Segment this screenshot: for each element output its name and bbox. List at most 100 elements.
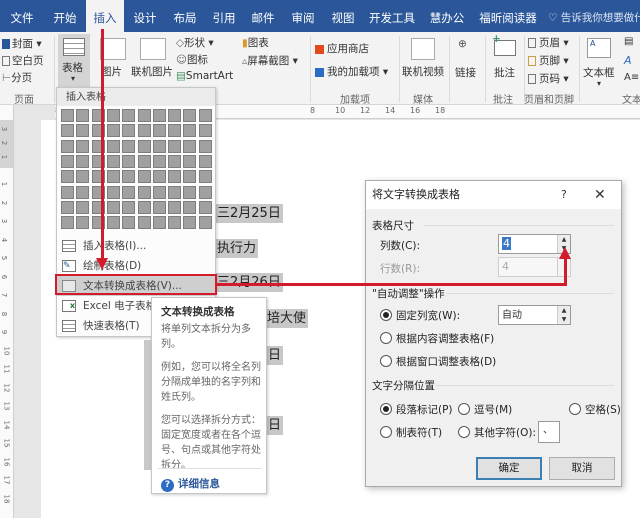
- menu-item-insert-table[interactable]: 插入表格(I)...: [57, 236, 215, 256]
- table-grid-cell[interactable]: [137, 139, 151, 153]
- table-grid-cell[interactable]: [106, 216, 120, 230]
- table-grid-cell[interactable]: [122, 124, 136, 138]
- table-grid-cell[interactable]: [106, 139, 120, 153]
- table-grid-cell[interactable]: [122, 216, 136, 230]
- table-grid-cell[interactable]: [106, 200, 120, 214]
- menu-item-draw-table[interactable]: ✎ 绘制表格(D): [57, 256, 215, 276]
- textbox-button[interactable]: A 文本框 ▾: [583, 35, 617, 89]
- table-grid-cell[interactable]: [168, 216, 182, 230]
- table-grid-cell[interactable]: [106, 109, 120, 122]
- table-grid-cell[interactable]: [183, 109, 197, 122]
- page-break-button[interactable]: ⊢分页: [2, 70, 32, 85]
- help-button[interactable]: ?: [561, 181, 567, 209]
- online-video-button[interactable]: 联机视频: [402, 64, 444, 79]
- chart-button[interactable]: ▮图表: [242, 35, 269, 50]
- cancel-button[interactable]: 取消: [549, 457, 615, 480]
- table-grid-cell[interactable]: [152, 154, 166, 168]
- tab-developer[interactable]: 开发工具: [366, 0, 418, 32]
- table-grid-cell[interactable]: [137, 154, 151, 168]
- autofit-contents-radio[interactable]: [380, 332, 392, 344]
- table-grid-cell[interactable]: [168, 109, 182, 122]
- table-grid-cell[interactable]: [152, 124, 166, 138]
- comment-button[interactable]: + 批注: [490, 33, 520, 89]
- table-grid-cell[interactable]: [122, 109, 136, 122]
- fixed-width-radio[interactable]: [380, 309, 392, 321]
- table-grid-cell[interactable]: [76, 109, 90, 122]
- table-grid-cell[interactable]: [106, 185, 120, 199]
- table-grid-cell[interactable]: [137, 200, 151, 214]
- separator-paragraph-radio[interactable]: [380, 403, 392, 415]
- table-grid-cell[interactable]: [76, 170, 90, 184]
- table-grid-cell[interactable]: [122, 200, 136, 214]
- table-grid-cell[interactable]: [168, 124, 182, 138]
- tab-insert[interactable]: 插入: [86, 0, 124, 32]
- blank-page-button[interactable]: 空白页: [2, 53, 44, 68]
- close-button[interactable]: ✕: [594, 181, 606, 209]
- other-character-input[interactable]: 、: [538, 421, 560, 443]
- table-grid-cell[interactable]: [61, 139, 74, 153]
- table-grid-cell[interactable]: [152, 185, 166, 199]
- quick-parts-icon[interactable]: ▤: [624, 36, 633, 47]
- table-grid-cell[interactable]: [168, 154, 182, 168]
- table-grid-cell[interactable]: [137, 124, 151, 138]
- my-addins-button[interactable]: 我的加载项 ▾: [315, 64, 388, 79]
- table-grid-cell[interactable]: [152, 139, 166, 153]
- table-grid-cell[interactable]: [61, 185, 74, 199]
- table-grid-cell[interactable]: [183, 216, 197, 230]
- cover-page-button[interactable]: 封面 ▾: [2, 36, 42, 51]
- table-grid-cell[interactable]: [168, 170, 182, 184]
- page-number-button[interactable]: 页码 ▾: [528, 71, 569, 86]
- link-button[interactable]: ⊕ 链接: [453, 35, 477, 89]
- separator-tab-radio[interactable]: [380, 426, 392, 438]
- tab-view[interactable]: 视图: [326, 0, 360, 32]
- table-grid-cell[interactable]: [198, 139, 212, 153]
- table-grid-cell[interactable]: [122, 154, 136, 168]
- table-grid-cell[interactable]: [106, 154, 120, 168]
- icons-button[interactable]: ☺图标: [176, 52, 208, 67]
- table-grid-cell[interactable]: [106, 124, 120, 138]
- table-grid-cell[interactable]: [122, 170, 136, 184]
- table-grid-cell[interactable]: [152, 216, 166, 230]
- dropcap-icon[interactable]: A≡: [624, 72, 639, 83]
- screenshot-button[interactable]: ▵屏幕截图 ▾: [242, 53, 298, 68]
- table-grid-cell[interactable]: [152, 170, 166, 184]
- table-grid-cell[interactable]: [76, 154, 90, 168]
- wordart-icon[interactable]: A: [624, 54, 632, 67]
- tab-references[interactable]: 引用: [207, 0, 241, 32]
- table-grid-cell[interactable]: [152, 109, 166, 122]
- more-info-link[interactable]: ? 详细信息: [161, 476, 220, 492]
- table-grid-cell[interactable]: [183, 185, 197, 199]
- table-grid-cell[interactable]: [183, 170, 197, 184]
- tab-layout[interactable]: 布局: [168, 0, 202, 32]
- tab-foxit-reader[interactable]: 福昕阅读器: [477, 0, 539, 32]
- table-grid-cell[interactable]: [198, 109, 212, 122]
- table-grid-cell[interactable]: [137, 170, 151, 184]
- smartart-button[interactable]: ▤SmartArt: [176, 70, 233, 82]
- table-grid-cell[interactable]: [76, 216, 90, 230]
- table-grid-cell[interactable]: [137, 109, 151, 122]
- separator-comma-radio[interactable]: [458, 403, 470, 415]
- table-grid-cell[interactable]: [76, 200, 90, 214]
- table-button[interactable]: 表格 ▾: [58, 34, 90, 88]
- table-grid-cell[interactable]: [183, 139, 197, 153]
- autofit-window-radio[interactable]: [380, 355, 392, 367]
- table-grid-cell[interactable]: [61, 124, 74, 138]
- picture-button[interactable]: 图片: [101, 64, 122, 79]
- separator-space-radio[interactable]: [569, 403, 581, 415]
- table-grid-cell[interactable]: [198, 170, 212, 184]
- table-grid-cell[interactable]: [183, 200, 197, 214]
- tab-review[interactable]: 审阅: [286, 0, 320, 32]
- table-grid-cell[interactable]: [152, 200, 166, 214]
- store-button[interactable]: 应用商店: [315, 41, 369, 56]
- tab-huibangong[interactable]: 慧办公: [425, 0, 469, 32]
- fixed-width-spinner[interactable]: 自动 ▲ ▼: [498, 305, 571, 325]
- tab-mailings[interactable]: 邮件: [246, 0, 280, 32]
- table-grid-cell[interactable]: [198, 185, 212, 199]
- table-grid-cell[interactable]: [61, 200, 74, 214]
- table-grid-cell[interactable]: [76, 185, 90, 199]
- ok-button[interactable]: 确定: [476, 457, 542, 480]
- table-grid-cell[interactable]: [122, 185, 136, 199]
- table-grid-cell[interactable]: [168, 200, 182, 214]
- table-grid-cell[interactable]: [168, 139, 182, 153]
- spinner-arrows[interactable]: ▲ ▼: [557, 306, 570, 324]
